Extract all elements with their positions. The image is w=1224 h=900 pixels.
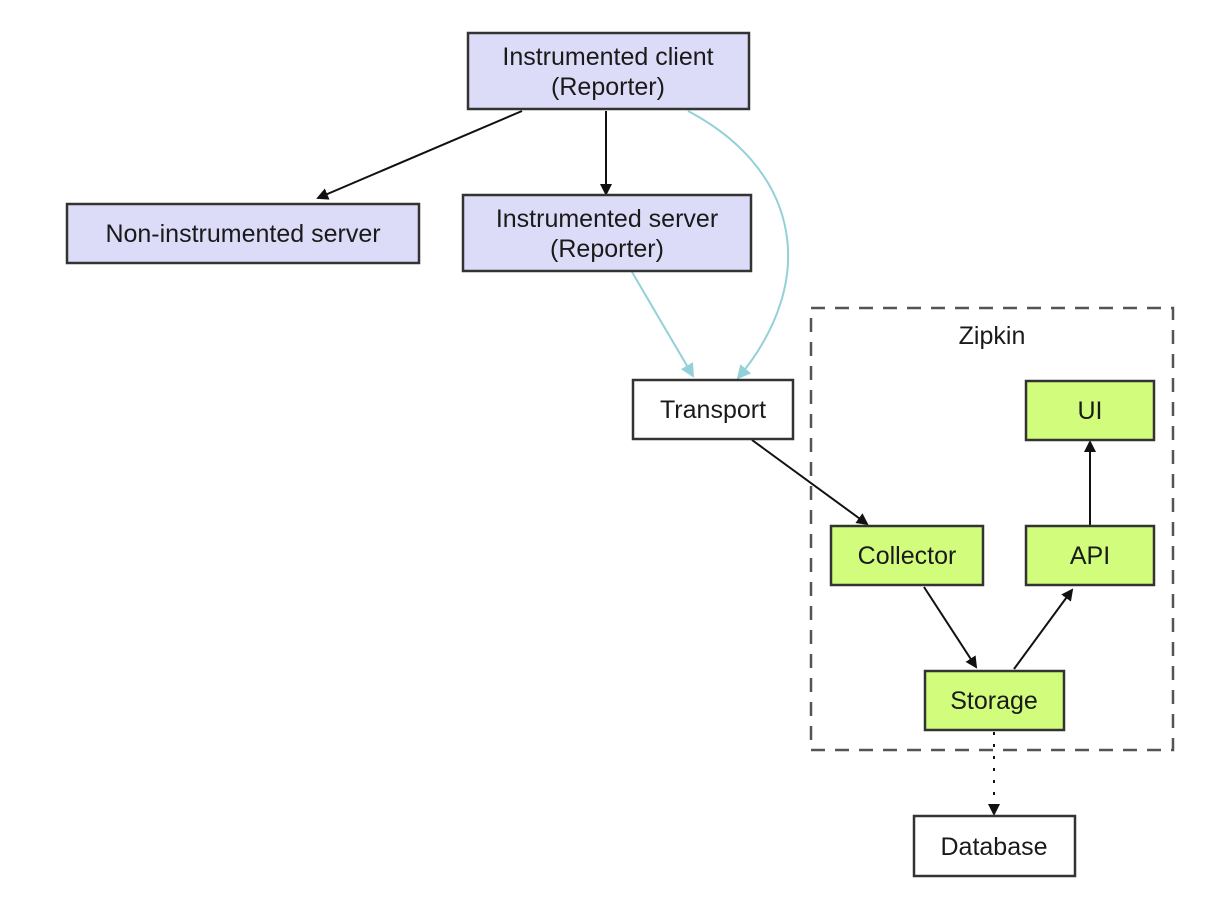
node-label-line: Storage: [950, 687, 1038, 715]
edge-collector-to-storage: [923, 586, 978, 669]
node-api[interactable]: API: [1024, 524, 1156, 587]
node-non-instrumented-server[interactable]: Non-instrumented server: [65, 202, 421, 265]
architecture-diagram: Zipkin Instrumented client (Reporter) No…: [65, 31, 1175, 878]
node-label-line: (Reporter): [550, 235, 664, 263]
edge-server-to-transport: [631, 271, 695, 378]
node-collector[interactable]: Collector: [829, 524, 985, 587]
node-label-line: Database: [940, 833, 1047, 861]
node-label-line: API: [1070, 542, 1110, 570]
edge-storage-to-api: [1013, 588, 1074, 670]
node-label-line: UI: [1078, 397, 1103, 425]
node-label-line: Instrumented client: [502, 43, 713, 71]
node-instrumented-server[interactable]: Instrumented server (Reporter): [461, 193, 753, 273]
node-label-line: Collector: [858, 542, 957, 570]
edge-client-to-noninstrumented: [316, 110, 523, 200]
node-label-line: Non-instrumented server: [105, 220, 380, 248]
zipkin-cluster-label: Zipkin: [959, 322, 1026, 350]
node-transport[interactable]: Transport: [631, 378, 795, 441]
node-label-line: Transport: [660, 396, 766, 424]
node-label-line: (Reporter): [551, 73, 665, 101]
node-storage[interactable]: Storage: [923, 669, 1066, 732]
node-instrumented-client[interactable]: Instrumented client (Reporter): [466, 31, 751, 111]
edge-transport-to-collector: [751, 439, 869, 526]
node-database[interactable]: Database: [912, 814, 1077, 878]
node-ui[interactable]: UI: [1024, 379, 1156, 442]
node-label-line: Instrumented server: [496, 205, 718, 233]
